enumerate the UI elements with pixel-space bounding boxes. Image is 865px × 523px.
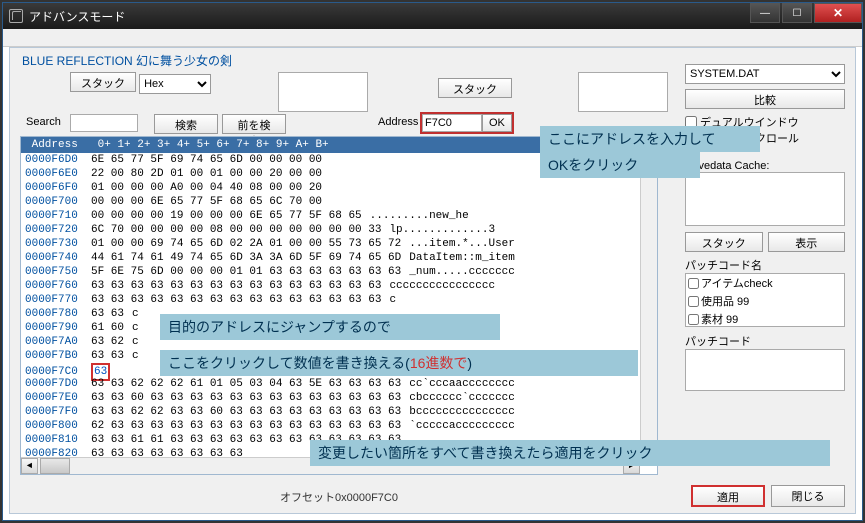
patch-list-item[interactable]: 使用品 99	[686, 292, 844, 310]
search-input[interactable]	[70, 114, 138, 132]
hex-row[interactable]: 0000F73001 00 00 69 74 65 6D 02 2A 01 00…	[21, 237, 657, 251]
compare-button[interactable]: 比較	[685, 89, 845, 109]
hex-row[interactable]: 0000F6F001 00 00 00 A0 00 04 40 08 00 00…	[21, 181, 657, 195]
annotation: 変更したい箇所をすべて書き換えたら適用をクリック	[310, 440, 830, 466]
cache-textbox[interactable]	[685, 172, 845, 226]
textbox-1[interactable]	[278, 72, 368, 112]
titlebar[interactable]: アドバンスモード — ☐ ✕	[3, 3, 862, 29]
address-input[interactable]	[422, 114, 482, 132]
apply-button[interactable]: 適用	[691, 485, 765, 507]
show-button[interactable]: 表示	[768, 232, 846, 252]
minimize-button[interactable]: —	[750, 3, 780, 23]
patchname-label: パッチコード名	[685, 257, 845, 273]
hex-row[interactable]: 0000F7505F 6E 75 6D 00 00 00 01 01 63 63…	[21, 265, 657, 279]
status-bar: オフセット0x0000F7C0	[20, 489, 658, 507]
app-icon	[9, 9, 23, 23]
search-button[interactable]: 検索	[154, 114, 218, 134]
patchcode-textbox[interactable]	[685, 349, 845, 391]
annotation: 目的のアドレスにジャンプするので	[160, 314, 500, 340]
search-prev-button[interactable]: 前を検索	[222, 114, 286, 134]
hex-row[interactable]: 0000F7E063 63 60 63 63 63 63 63 63 63 63…	[21, 391, 657, 405]
hex-row[interactable]: 0000F70000 00 00 6E 65 77 5F 68 65 6C 70…	[21, 195, 657, 209]
address-ok-button[interactable]: OK	[482, 114, 512, 132]
file-title: BLUE REFLECTION 幻に舞う少女の剣	[22, 52, 232, 69]
hex-row[interactable]: 0000F7206C 70 00 00 00 00 08 00 00 00 00…	[21, 223, 657, 237]
window-title: アドバンスモード	[29, 8, 125, 25]
hex-row[interactable]: 0000F76063 63 63 63 63 63 63 63 63 63 63…	[21, 279, 657, 293]
hex-editor[interactable]: Address 0+ 1+ 2+ 3+ 4+ 5+ 6+ 7+ 8+ 9+ A+…	[20, 136, 658, 475]
annotation: ここにアドレスを入力して	[540, 126, 760, 152]
stack-button-1[interactable]: スタック	[70, 72, 136, 92]
annotation: ここをクリックして数値を書き換える(16進数で)	[160, 350, 638, 376]
menubar	[3, 29, 862, 47]
patch-list[interactable]: アイテムcheck使用品 99素材 99	[685, 273, 845, 327]
close-dialog-button[interactable]: 閉じる	[771, 485, 845, 507]
scroll-thumb[interactable]	[40, 458, 70, 474]
search-label: Search	[26, 116, 61, 128]
patch-list-item[interactable]: アイテムcheck	[686, 274, 844, 292]
hex-row[interactable]: 0000F7D063 63 62 62 62 61 01 05 03 04 63…	[21, 377, 657, 391]
hex-row[interactable]: 0000F77063 63 63 63 63 63 63 63 63 63 63…	[21, 293, 657, 307]
close-button[interactable]: ✕	[814, 3, 862, 23]
address-label: Address	[378, 116, 418, 128]
vscrollbar[interactable]	[640, 153, 657, 457]
address-box: OK	[420, 112, 514, 134]
hex-row[interactable]: 0000F80062 63 63 63 63 63 63 63 63 63 63…	[21, 419, 657, 433]
maximize-button[interactable]: ☐	[782, 3, 812, 23]
hex-row[interactable]: 0000F7F063 63 62 62 63 63 60 63 63 63 63…	[21, 405, 657, 419]
savedata-combo[interactable]: SYSTEM.DAT	[685, 64, 845, 84]
cache-label: Savedata Cache:	[685, 160, 845, 172]
patch-list-item[interactable]: 素材 99	[686, 310, 844, 327]
patchcode-label: パッチコード	[685, 333, 845, 349]
hex-row[interactable]: 0000F74044 61 74 61 49 74 65 6D 3A 3A 6D…	[21, 251, 657, 265]
stack-button-3[interactable]: スタック	[685, 232, 763, 252]
hex-row[interactable]: 0000F71000 00 00 00 19 00 00 00 6E 65 77…	[21, 209, 657, 223]
textbox-2[interactable]	[578, 72, 668, 112]
format-combo[interactable]: Hex	[139, 74, 211, 94]
stack-button-2[interactable]: スタック	[438, 78, 512, 98]
scroll-left-icon[interactable]: ◄	[21, 458, 38, 474]
annotation: OKをクリック	[540, 152, 700, 178]
